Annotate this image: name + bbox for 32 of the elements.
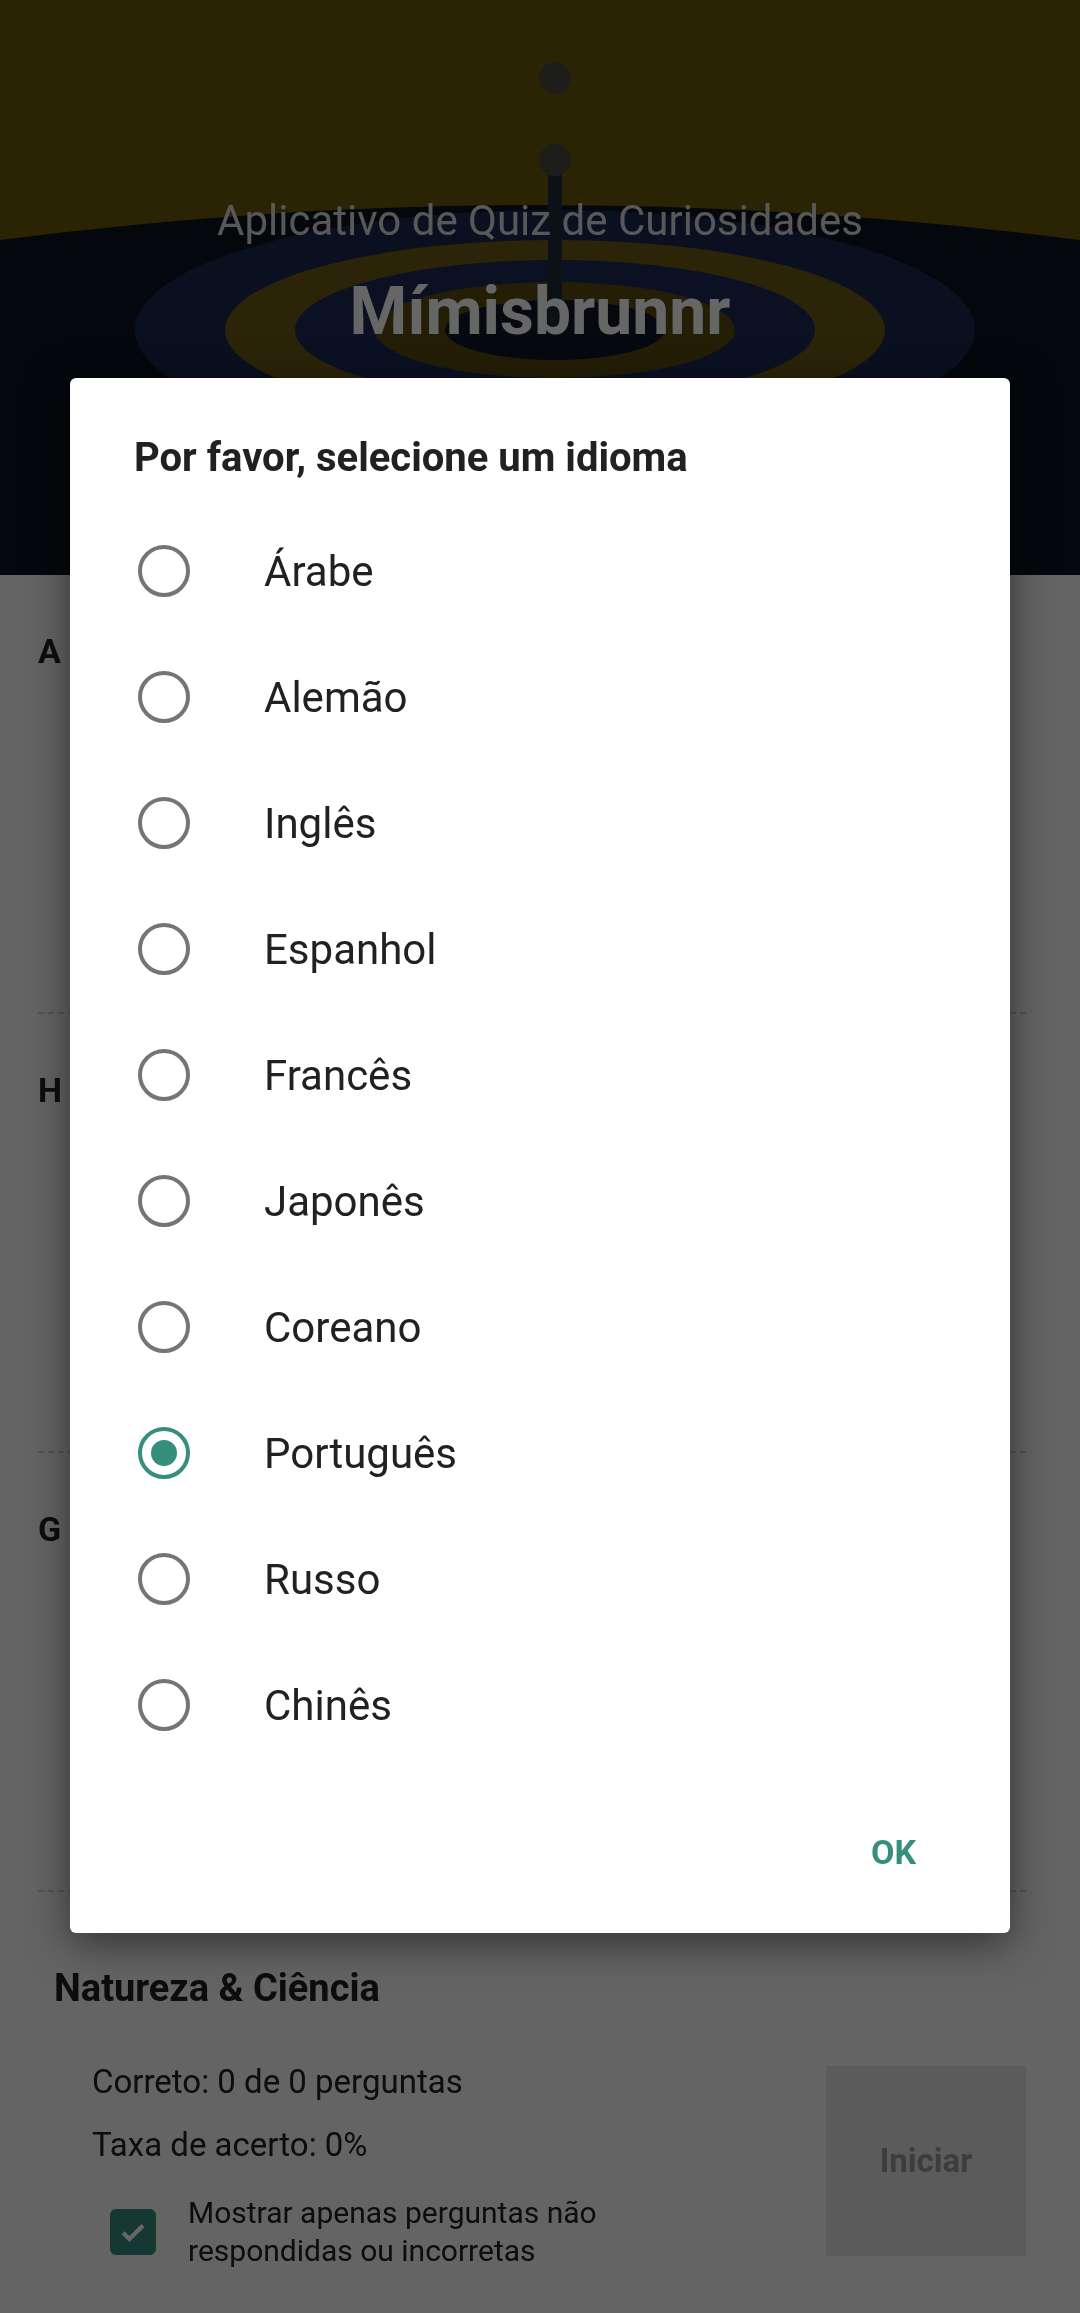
radio-button[interactable] <box>138 923 190 975</box>
radio-button[interactable] <box>138 1301 190 1353</box>
radio-button[interactable] <box>138 671 190 723</box>
radio-button[interactable] <box>138 545 190 597</box>
app-title: Mímisbrunnr <box>349 273 731 350</box>
language-option[interactable]: Árabe <box>70 508 1010 634</box>
radio-button[interactable] <box>138 1427 190 1479</box>
accuracy-rate: Taxa de acerto: 0% <box>92 2123 369 2166</box>
dialog-title: Por favor, selecione um idioma <box>133 433 689 483</box>
category-title: G <box>38 1509 62 1550</box>
language-option[interactable]: Japonês <box>70 1138 1010 1264</box>
app-subtitle: Aplicativo de Quiz de Curiosidades <box>217 196 863 245</box>
language-option[interactable]: Português <box>70 1390 1010 1516</box>
checkbox[interactable] <box>110 2208 156 2255</box>
category-title: Natureza & Ciência <box>54 1966 380 2012</box>
language-option[interactable]: Espanhol <box>70 886 1010 1012</box>
category-title: H <box>38 1070 62 1111</box>
radio-button[interactable] <box>138 1175 190 1227</box>
language-option[interactable]: Russo <box>70 1516 1010 1642</box>
category-title: A <box>38 631 61 672</box>
checkbox-label: Mostrar apenas perguntas não respondidas ou incorretas <box>188 2193 598 2270</box>
language-option[interactable]: Chinês <box>70 1642 1010 1768</box>
radio-button[interactable] <box>138 1679 190 1731</box>
language-option[interactable]: Inglês <box>70 760 1010 886</box>
radio-button[interactable] <box>138 797 190 849</box>
language-option[interactable]: Francês <box>70 1012 1010 1138</box>
radio-button[interactable] <box>138 1553 190 1605</box>
radio-button[interactable] <box>138 1049 190 1101</box>
language-option[interactable]: Alemão <box>70 634 1010 760</box>
ok-button[interactable]: OK <box>834 1812 952 1892</box>
language-option[interactable]: Coreano <box>70 1264 1010 1390</box>
correct-count: Correto: 0 de 0 perguntas <box>92 2060 464 2103</box>
